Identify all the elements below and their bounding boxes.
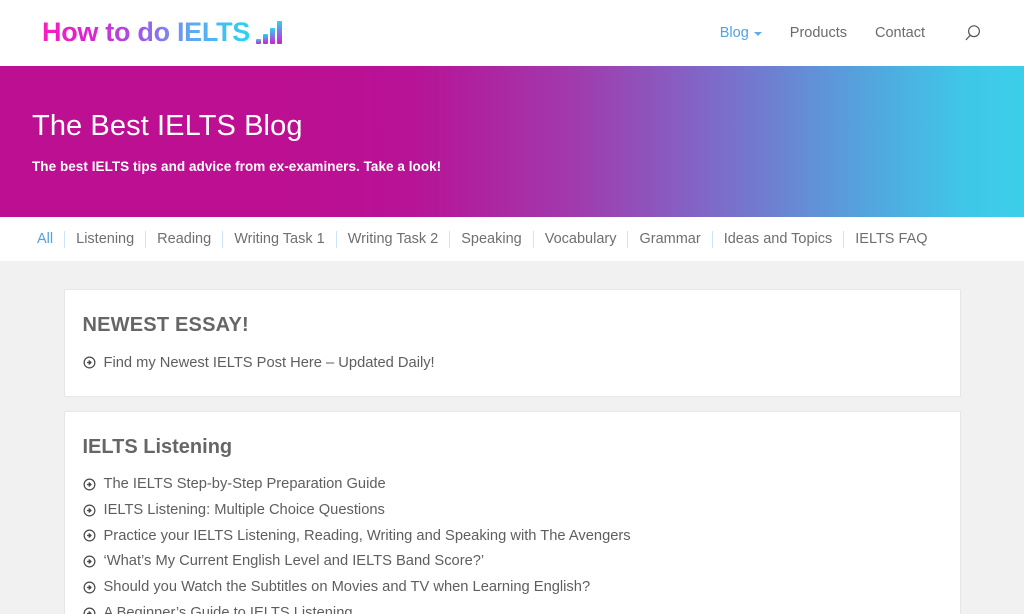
tab-speaking[interactable]: Speaking [450, 232, 532, 247]
arrow-circle-right-icon [83, 478, 95, 491]
nav-item-contact[interactable]: Contact [875, 25, 925, 41]
tab-grammar[interactable]: Grammar [628, 232, 711, 247]
page-title: The Best IELTS Blog [32, 110, 303, 143]
nav-item-products[interactable]: Products [790, 25, 847, 41]
list-item: IELTS Listening: Multiple Choice Questio… [83, 497, 942, 523]
site-header: How to do IELTS Blog Products Contact [0, 0, 1024, 66]
post-link-list: The IELTS Step-by-Step Preparation Guide… [65, 472, 960, 614]
category-tab-bar: All Listening Reading Writing Task 1 Writing… [0, 217, 1024, 261]
list-item: Should you Watch the Subtitles on Movies… [83, 575, 942, 601]
tab-writing-task-1[interactable]: Writing Task 1 [223, 232, 336, 247]
post-link[interactable]: The IELTS Step-by-Step Preparation Guide [104, 477, 386, 492]
post-link[interactable]: ‘What’s My Current English Level and IEL… [104, 554, 485, 569]
main-navigation: Blog Products Contact [720, 24, 982, 43]
logo-text: How to do IELTS [42, 17, 250, 47]
nav-item-products-label: Products [789, 25, 848, 41]
tab-listening[interactable]: Listening [65, 232, 145, 247]
site-logo[interactable]: How to do IELTS [42, 19, 282, 47]
tab-reading[interactable]: Reading [146, 232, 222, 247]
arrow-circle-right-icon [83, 529, 95, 542]
post-link[interactable]: Find my Newest IELTS Post Here – Updated… [104, 355, 435, 371]
post-link[interactable]: Practice your IELTS Listening, Reading, … [104, 528, 631, 544]
bar-chart-icon [255, 21, 282, 47]
hero-banner: The Best IELTS Blog The best IELTS tips … [0, 66, 1024, 217]
chevron-down-icon [753, 32, 762, 36]
arrow-circle-right-icon [83, 607, 95, 614]
content-card: NEWEST ESSAY! Find my Newest IELTS Post H… [63, 289, 961, 397]
post-link-list: Find my Newest IELTS Post Here – Updated… [65, 350, 960, 376]
tab-ielts-faq[interactable]: IELTS FAQ [844, 232, 938, 247]
post-link[interactable]: IELTS Listening: Multiple Choice Questio… [104, 503, 385, 518]
arrow-circle-right-icon [83, 504, 95, 517]
arrow-circle-right-icon [83, 356, 95, 369]
search-icon[interactable] [963, 24, 982, 43]
list-item: Find my Newest IELTS Post Here – Updated… [83, 350, 942, 376]
tab-ideas-and-topics[interactable]: Ideas and Topics [713, 232, 844, 247]
list-item: A Beginner’s Guide to IELTS Listening [83, 600, 942, 614]
tab-writing-task-2[interactable]: Writing Task 2 [337, 232, 450, 247]
nav-item-blog[interactable]: Blog [720, 25, 762, 41]
nav-item-blog-label: Blog [719, 25, 749, 41]
hero-subtitle: The best IELTS tips and advice from ex-e… [32, 158, 442, 174]
content-card: IELTS Listening The IELTS Step-by-Step Pr… [63, 410, 961, 614]
arrow-circle-right-icon [83, 555, 95, 568]
list-item: The IELTS Step-by-Step Preparation Guide [83, 472, 942, 498]
tab-vocabulary[interactable]: Vocabulary [534, 232, 628, 247]
card-title: IELTS Listening [82, 435, 233, 458]
post-link[interactable]: Should you Watch the Subtitles on Movies… [104, 580, 591, 595]
post-link[interactable]: A Beginner’s Guide to IELTS Listening [104, 606, 353, 614]
nav-item-contact-label: Contact [875, 25, 925, 41]
list-item: Practice your IELTS Listening, Reading, … [83, 523, 942, 549]
main-content: NEWEST ESSAY! Find my Newest IELTS Post H… [0, 261, 1024, 614]
arrow-circle-right-icon [83, 581, 95, 594]
list-item: ‘What’s My Current English Level and IEL… [83, 549, 942, 575]
card-title: NEWEST ESSAY! [82, 314, 249, 336]
tab-all[interactable]: All [37, 232, 64, 247]
